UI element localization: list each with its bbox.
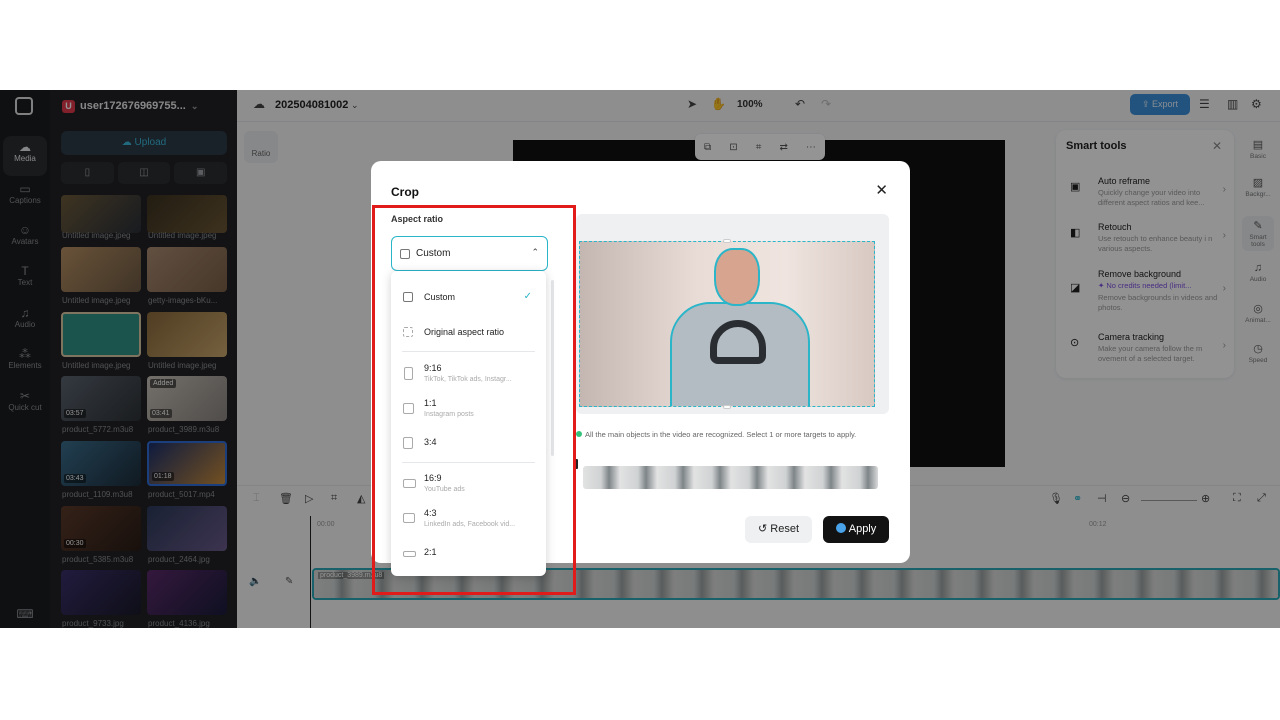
crop-handle-top[interactable] bbox=[723, 239, 731, 243]
reset-label: Reset bbox=[770, 523, 800, 535]
subject-head bbox=[714, 248, 760, 306]
apply-label: Apply bbox=[848, 523, 877, 535]
reset-button[interactable]: ↺ Reset bbox=[745, 516, 812, 543]
recognition-message: All the main objects in the video are re… bbox=[576, 430, 876, 440]
close-icon[interactable]: ✕ bbox=[875, 181, 888, 199]
apply-icon bbox=[835, 523, 846, 533]
detected-subject[interactable] bbox=[670, 242, 810, 406]
apply-button[interactable]: Apply bbox=[823, 516, 889, 543]
dialog-title: Crop bbox=[391, 185, 419, 199]
frame-strip[interactable] bbox=[583, 466, 878, 489]
crop-preview-image[interactable] bbox=[579, 241, 875, 407]
reset-icon: ↺ bbox=[757, 523, 771, 535]
crop-handle-bottom[interactable] bbox=[723, 405, 731, 409]
success-dot-icon bbox=[576, 431, 582, 437]
recognition-text: All the main objects in the video are re… bbox=[585, 430, 857, 439]
highlight-annotation bbox=[372, 205, 576, 595]
